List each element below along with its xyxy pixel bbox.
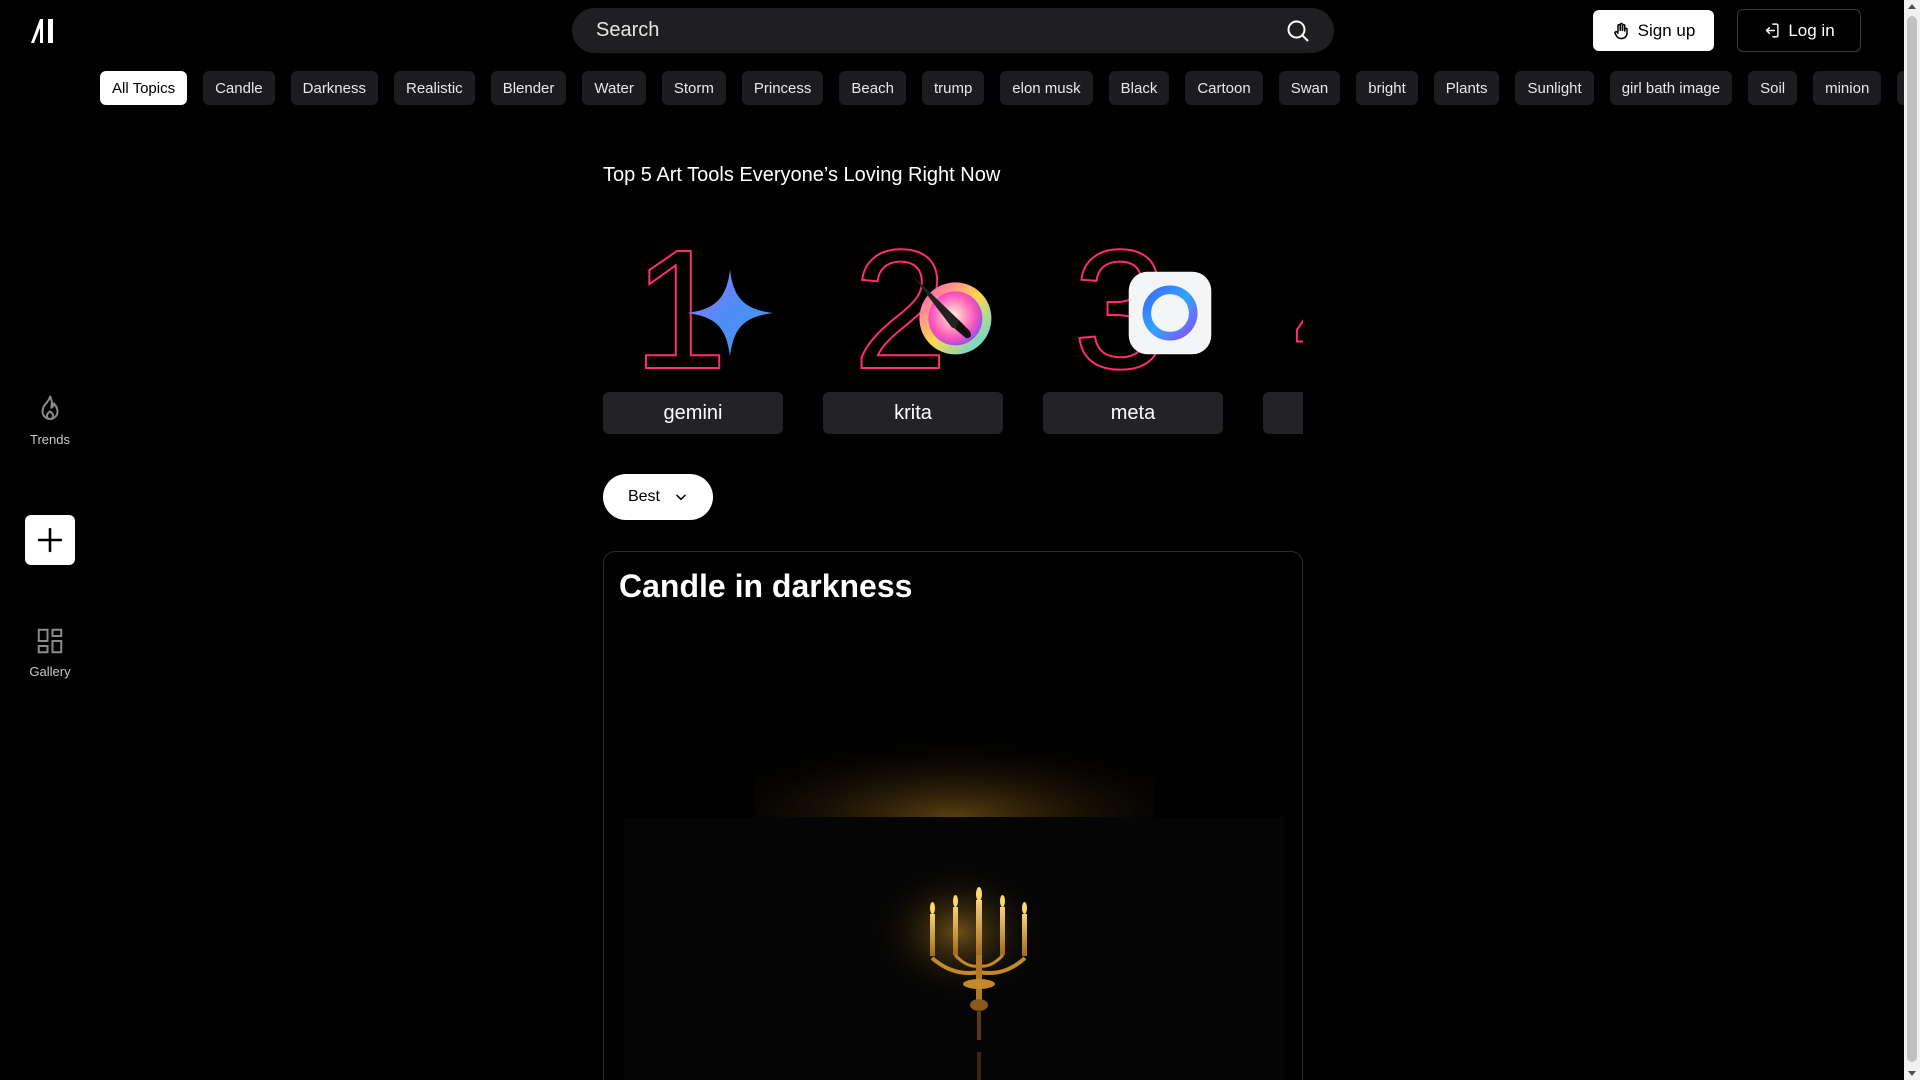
post-title: Candle in darkness xyxy=(619,568,913,604)
sidebar-item-gallery[interactable]: Gallery xyxy=(0,626,100,679)
scroll-up-arrow-icon[interactable] xyxy=(1908,4,1916,9)
gallery-grid-icon xyxy=(37,628,63,654)
topic-chip[interactable]: Swan xyxy=(1278,71,1341,105)
topic-chip[interactable]: girl bath image xyxy=(1609,71,1733,105)
scroll-down-arrow-icon[interactable] xyxy=(1908,1071,1916,1076)
search-input[interactable] xyxy=(596,19,1284,42)
topic-chip[interactable]: Water xyxy=(582,71,646,105)
scrollbar-thumb[interactable] xyxy=(1907,16,1917,1062)
topic-chip[interactable]: Black xyxy=(1108,71,1170,105)
log-in-label: Log in xyxy=(1788,20,1835,40)
gemini-sparkle-icon xyxy=(685,268,775,358)
topic-chip[interactable]: Plants xyxy=(1433,71,1500,105)
topic-chip[interactable]: Blender xyxy=(490,71,567,105)
tool-card[interactable]: 1 gemini xyxy=(603,230,783,434)
section-title: Top 5 Art Tools Everyone’s Loving Right … xyxy=(603,164,1001,186)
krita-brush-icon xyxy=(905,268,995,358)
sidebar-item-trends[interactable]: Trends xyxy=(0,394,100,447)
flame-icon xyxy=(41,395,59,420)
sidebar-item-label: Gallery xyxy=(29,664,71,679)
topic-chip[interactable]: trump xyxy=(921,71,985,105)
tool-label[interactable]: meta xyxy=(1043,392,1223,434)
topic-filter-bar: All Topics Candle Darkness Realistic Ble… xyxy=(100,71,1920,105)
post-card[interactable]: Candle in darkness xyxy=(603,551,1303,1080)
meta-ring-icon xyxy=(1125,268,1215,358)
sign-up-button[interactable]: Sign up xyxy=(1593,10,1714,51)
top-tools-carousel: 1 gemini 2 krita 3 meta xyxy=(603,230,1303,440)
topic-chip[interactable]: Princess xyxy=(741,71,824,105)
tool-label[interactable] xyxy=(1263,392,1303,434)
login-icon xyxy=(1766,23,1779,38)
topic-chip[interactable]: Candle xyxy=(203,71,275,105)
topic-chip[interactable]: Cartoon xyxy=(1185,71,1263,105)
search-bar[interactable] xyxy=(572,8,1334,53)
sidebar-item-label: Trends xyxy=(30,432,70,447)
topic-chip[interactable]: Beach xyxy=(839,71,906,105)
topic-chip[interactable]: Realistic xyxy=(394,71,475,105)
tool-label[interactable]: krita xyxy=(823,392,1003,434)
topic-chip[interactable]: Storm xyxy=(661,71,726,105)
tool-card[interactable]: 4 xyxy=(1263,230,1303,434)
tool-card[interactable]: 2 krita xyxy=(823,230,1003,434)
page: Sign up Log in All Topics Candle Darknes… xyxy=(0,0,1920,1080)
topic-chip[interactable]: minion xyxy=(1813,71,1882,105)
topic-chip[interactable]: Darkness xyxy=(290,71,378,105)
sort-dropdown[interactable]: Best xyxy=(603,474,713,520)
tool-label[interactable]: gemini xyxy=(603,392,783,434)
topic-chip[interactable]: bright xyxy=(1356,71,1418,105)
topic-chip[interactable]: Sunlight xyxy=(1515,71,1594,105)
plus-icon xyxy=(37,527,63,553)
create-button[interactable] xyxy=(25,515,75,565)
page-scrollbar[interactable] xyxy=(1904,0,1920,1080)
topic-chip[interactable]: All Topics xyxy=(100,71,188,105)
search-icon[interactable] xyxy=(1284,17,1312,45)
rank-number: 4 xyxy=(1292,230,1303,396)
tool-card[interactable]: 3 meta xyxy=(1043,230,1223,434)
app-logo[interactable] xyxy=(29,17,61,45)
hand-icon xyxy=(1613,22,1628,39)
sign-up-label: Sign up xyxy=(1637,20,1696,40)
topic-chip[interactable]: elon musk xyxy=(1000,71,1093,105)
topic-chip[interactable]: Soil xyxy=(1748,71,1798,105)
log-in-button[interactable]: Log in xyxy=(1737,9,1861,52)
chevron-down-icon xyxy=(676,494,686,501)
post-image[interactable] xyxy=(624,632,1284,1080)
sort-label: Best xyxy=(627,488,660,505)
